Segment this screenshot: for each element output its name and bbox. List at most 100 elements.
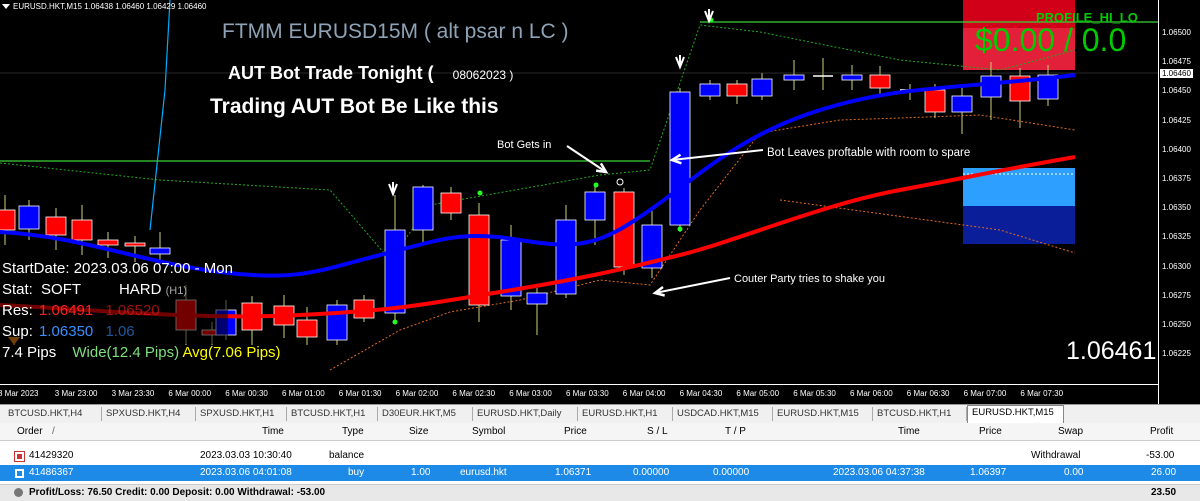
candle-body	[951, 95, 973, 113]
candle-body	[18, 205, 40, 230]
col-sort-indicator: /	[52, 426, 55, 437]
fast-ma	[0, 73, 1076, 278]
down-arrow-icon	[388, 182, 398, 197]
tab-usdcad-hkt-m15[interactable]: USDCAD.HKT,M15	[673, 407, 773, 421]
col-order[interactable]: Order	[17, 423, 43, 440]
price-tick: 1.06225	[1162, 349, 1191, 359]
time-tick: 6 Mar 04:00	[622, 389, 666, 398]
time-tick: 6 Mar 07:00	[963, 389, 1007, 398]
col-type[interactable]: Type	[342, 423, 364, 440]
tab-btcusd-hkt-h1[interactable]: BTCUSD.HKT,H1	[287, 407, 378, 421]
candle-body	[869, 74, 891, 89]
psar-dot	[593, 182, 599, 188]
headline-1: AUT Bot Trade Tonight ( 08062023 )	[228, 63, 514, 83]
col-profit[interactable]: Profit	[1150, 423, 1173, 440]
time-tick: 6 Mar 02:30	[452, 389, 496, 398]
tab-spxusd-hkt-h4[interactable]: SPXUSD.HKT,H4	[102, 407, 196, 421]
candle-body	[841, 74, 863, 81]
summary-text: Profit/Loss: 76.50 Credit: 0.00 Deposit:…	[29, 487, 326, 498]
terminal-panel: Order / Time Type Size Symbol Price S / …	[0, 423, 1200, 501]
candle-body	[71, 219, 93, 241]
candle-body	[924, 89, 946, 113]
col-time[interactable]: Time	[262, 423, 284, 440]
start-date: StartDate: 2023.03.06 07:00 - Mon	[2, 260, 233, 277]
price-tick: 1.06275	[1162, 290, 1191, 300]
col-size[interactable]: Size	[409, 423, 428, 440]
candle-body	[45, 216, 67, 236]
table-row[interactable]: 41429320 2023.03.03 10:30:40 balance Wit…	[0, 448, 1200, 464]
col-tp[interactable]: T / P	[725, 423, 746, 440]
time-axis[interactable]	[0, 384, 1158, 385]
pips-line: 7.4 Pips Wide(12.4 Pips) Avg(7.06 Pips)	[2, 344, 281, 361]
tab-eurusd-hkt-h1[interactable]: EURUSD.HKT,H1	[578, 407, 673, 421]
psar-dot	[477, 190, 483, 196]
tab-eurusd-hkt-daily[interactable]: EURUSD.HKT,Daily	[473, 407, 578, 421]
arrow-gets-in-icon	[566, 145, 607, 173]
candle-body	[783, 74, 805, 81]
balance-icon	[14, 451, 25, 462]
col-sl[interactable]: S / L	[647, 423, 668, 440]
tab-eurusd-hkt-m15[interactable]: EURUSD.HKT,M15	[773, 407, 873, 421]
tab-eurusd-hkt-m15[interactable]: EURUSD.HKT,M15	[967, 405, 1064, 424]
candle-body	[440, 192, 462, 214]
time-tick: 6 Mar 00:00	[168, 389, 212, 398]
terminal-summary: Profit/Loss: 76.50 Credit: 0.00 Deposit:…	[0, 484, 1200, 501]
col-price[interactable]: Price	[564, 423, 587, 440]
time-tick: 6 Mar 01:00	[282, 389, 325, 398]
price-tick: 1.06375	[1162, 174, 1191, 183]
candle-body	[384, 229, 406, 314]
time-tick: 6 Mar 02:00	[395, 389, 439, 398]
symbol-info: EURUSD.HKT,M15 1.06438 1.06460 1.06429 1…	[2, 2, 206, 11]
support-line: Sup: 1.06350 1.06	[2, 323, 135, 340]
annotation-bot-gets-in: Bot Gets in	[497, 139, 552, 151]
candle-body	[699, 83, 721, 97]
cyan-line	[149, 0, 171, 231]
tab-btcusd-hkt-h1[interactable]: BTCUSD.HKT,H1	[873, 407, 967, 421]
price-chart[interactable]: EURUSD.HKT,M15 1.06438 1.06460 1.06429 1…	[0, 0, 1200, 404]
tab-d30eur-hkt-m5[interactable]: D30EUR.HKT,M5	[378, 407, 473, 421]
summary-icon	[14, 488, 23, 497]
candle-body	[980, 75, 1002, 98]
time-tick: 6 Mar 03:00	[509, 389, 552, 398]
summary-total: 23.50	[1151, 487, 1177, 498]
col-price2[interactable]: Price	[979, 423, 1002, 440]
price-tick: 1.06500	[1162, 28, 1191, 37]
time-tick: 3 Mar 2023	[0, 389, 39, 398]
time-tick: 6 Mar 05:30	[793, 389, 836, 398]
candle-body	[726, 83, 748, 97]
time-tick: 6 Mar 06:30	[906, 389, 950, 398]
candle-body	[751, 78, 773, 97]
price-tick: 1.06425	[1162, 115, 1191, 125]
tab-spxusd-hkt-h1[interactable]: SPXUSD.HKT,H1	[196, 407, 287, 421]
col-symbol[interactable]: Symbol	[472, 423, 505, 440]
symbol-dropdown-icon[interactable]	[2, 4, 10, 9]
time-tick: 6 Mar 03:30	[566, 389, 609, 398]
annotation-bot-leaves: Bot Leaves proftable with room to spare	[767, 147, 971, 159]
tab-btcusd-hkt-h4[interactable]: BTCUSD.HKT,H4	[4, 407, 102, 421]
down-arrow-icon	[675, 55, 685, 70]
time-tick: 3 Mar 23:00	[54, 389, 98, 398]
current-price-tag: 1.06460	[1160, 69, 1193, 78]
table-row[interactable]: 41486367 2023.03.06 04:01:08 buy 1.00 eu…	[0, 465, 1200, 481]
support-zone-deep	[963, 206, 1075, 244]
annotation-counter-party: Couter Party tries to shake you	[734, 273, 886, 285]
time-tick: 6 Mar 07:30	[1020, 389, 1064, 398]
profit-display: $0.00 / 0.0	[975, 22, 1127, 58]
price-tick: 1.06400	[1162, 144, 1191, 154]
chart-tab-bar: BTCUSD.HKT,H4 SPXUSD.HKT,H4 SPXUSD.HKT,H1 B…	[0, 404, 1200, 424]
candle-body	[296, 319, 318, 338]
time-tick: 6 Mar 06:00	[850, 389, 893, 398]
time-tick: 3 Mar 23:30	[111, 389, 155, 398]
arrow-counter-icon	[654, 277, 731, 294]
col-swap[interactable]: Swap	[1058, 423, 1083, 440]
col-time2[interactable]: Time	[898, 423, 920, 440]
candle-body	[97, 239, 119, 246]
psar-dot	[677, 226, 683, 232]
stat-line: Stat: SOFT HARD (H1)	[2, 281, 188, 298]
headline-date: 08062023 )	[452, 68, 514, 82]
time-tick: 6 Mar 01:30	[338, 389, 382, 398]
psar-dot	[392, 319, 398, 325]
price-tick: 1.06475	[1162, 57, 1191, 67]
candle-body	[326, 304, 348, 341]
terminal-header: Order / Time Type Size Symbol Price S / …	[0, 423, 1200, 441]
